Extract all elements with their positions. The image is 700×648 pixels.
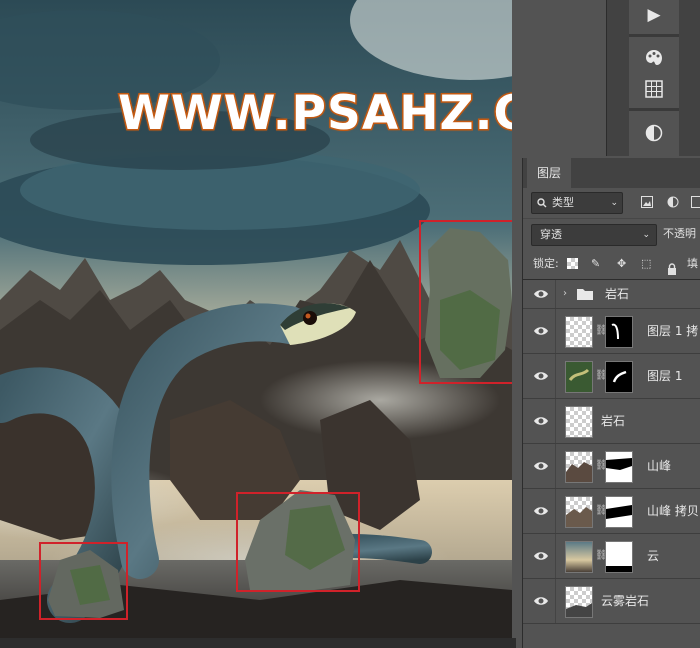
fill-label: 填 [687,257,698,270]
lock-paint-icon[interactable]: ✎ [591,249,600,279]
opacity-label: 不透明 [663,227,696,240]
eye-icon[interactable] [533,323,549,339]
layer-filter-row: 类型 ⌄ [523,188,700,219]
layer-mask-thumbnail [605,316,633,348]
link-icon[interactable]: ⛓ [595,547,608,565]
blend-mode-select[interactable]: 穿透 ⌄ [531,224,657,246]
layer-thumbnail [565,541,593,573]
document-canvas[interactable]: WWW.PSAHZ.COM [0,0,512,648]
lock-label: 锁定: [533,257,559,270]
layer-row[interactable]: ⛓ 山峰 [523,444,700,489]
layer-name: 云 [647,549,660,563]
layer-mask-thumbnail [605,541,633,573]
play-icon[interactable]: ▶ [641,2,667,28]
eye-icon[interactable] [533,286,549,302]
eye-icon[interactable] [533,413,549,429]
tab-layers[interactable]: 图层 [527,158,572,188]
layer-row[interactable]: ⛓ 图层 1 [523,354,700,399]
search-icon [537,193,547,220]
filter-kind-label: 类型 [552,196,574,209]
eye-icon[interactable] [533,368,549,384]
link-icon[interactable]: ⛓ [595,322,608,340]
link-icon[interactable]: ⛓ [595,457,608,475]
layer-name: 山峰 [647,459,672,473]
filter-kind-select[interactable]: 类型 ⌄ [531,192,623,214]
layer-row[interactable]: 岩石 [523,399,700,444]
link-icon[interactable]: ⛓ [595,502,608,520]
layer-thumbnail [565,451,593,483]
layer-name: 山峰 拷贝 [647,504,699,518]
adjustment-icon[interactable] [641,120,667,146]
chevron-right-icon[interactable]: › [563,280,567,308]
layer-name: 图层 1 拷 [647,324,699,338]
eye-icon[interactable] [533,458,549,474]
link-icon[interactable]: ⛓ [595,367,608,385]
layer-name: 云雾岩石 [601,594,650,608]
lock-artboard-icon[interactable]: ⬚ [641,249,651,279]
lock-move-icon[interactable]: ✥ [617,249,626,279]
eye-icon[interactable] [533,593,549,609]
status-bar [0,638,516,648]
layer-thumbnail [565,316,593,348]
lock-row: 锁定: ✎ ✥ ⬚ 填 [523,249,700,280]
image-filter-icon[interactable] [639,193,655,211]
eye-icon[interactable] [533,503,549,519]
layer-mask-thumbnail [605,361,633,393]
folder-icon [577,288,593,303]
blend-mode-label: 穿透 [540,228,562,241]
chevron-down-icon: ⌄ [610,198,618,208]
layer-name: 岩石 [605,287,630,301]
layer-row[interactable]: ⛓ 山峰 拷贝 [523,489,700,534]
eye-icon[interactable] [533,548,549,564]
layer-name: 图层 1 [647,369,683,383]
layer-row[interactable]: ⛓ 云 [523,534,700,579]
panel-toolbar: ▶ [606,0,700,156]
layer-name: 岩石 [601,414,626,428]
chevron-down-icon: ⌄ [642,230,650,240]
layer-row[interactable]: ⛓ 图层 1 拷 [523,309,700,354]
type-filter-icon[interactable] [689,193,700,211]
layers-panel: 图层 类型 ⌄ 穿透 ⌄ 不透明 锁定: ✎ ✥ ⬚ 填 › 岩石 ⛓ 图层 1… [522,158,700,648]
adjustment-filter-icon[interactable] [665,193,681,211]
layer-group-rocks[interactable]: › 岩石 [523,280,700,309]
blend-row: 穿透 ⌄ 不透明 [523,219,700,249]
layer-row[interactable]: 云雾岩石 [523,579,700,624]
lock-transparent-icon[interactable] [567,258,578,269]
layer-mask-thumbnail [605,451,633,483]
layer-mask-thumbnail [605,496,633,528]
layer-thumbnail [565,361,593,393]
palette-icon[interactable] [641,45,667,71]
watermark-text: WWW.PSAHZ.COM [117,85,512,143]
layer-thumbnail [565,496,593,528]
layer-thumbnail [565,406,593,438]
panel-tabbar: 图层 [523,158,700,188]
layer-thumbnail [565,586,593,618]
grid-icon[interactable] [641,76,667,102]
